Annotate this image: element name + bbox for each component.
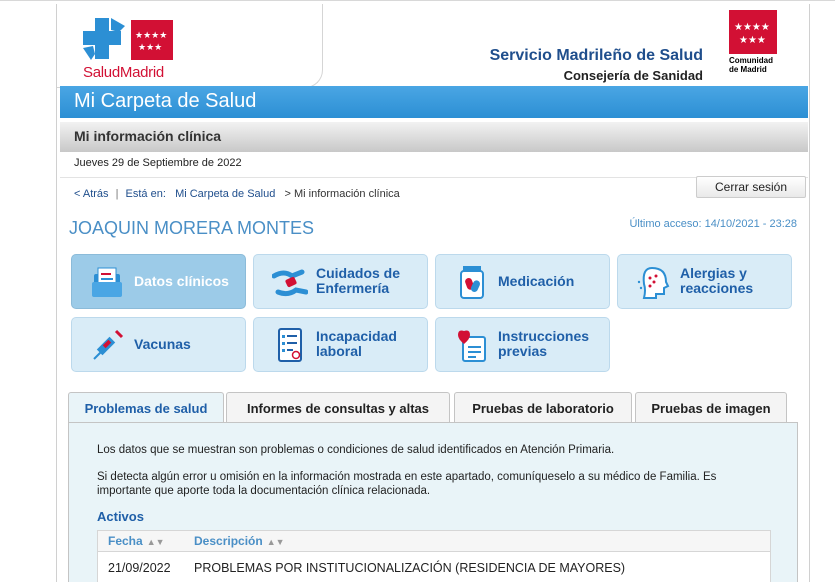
panel-notice: Si detecta algún error u omisión en la i… <box>97 471 717 497</box>
breadcrumb: < Atrás | Está en: Mi Carpeta de Salud >… <box>74 188 400 200</box>
tile-datos-clinicos[interactable]: Datos clínicos <box>71 254 246 309</box>
allergy-head-icon <box>637 266 670 299</box>
wordmark-salud: Salud <box>83 64 120 81</box>
tab-panel-problemas: Los datos que se muestran son problemas … <box>68 422 798 582</box>
cm-line2: de Madrid <box>729 65 767 74</box>
work-leave-form-icon <box>278 328 302 362</box>
table-row[interactable]: 21/09/2022 PROBLEMAS POR INSTITUCIONALIZ… <box>97 552 771 582</box>
tile-label: Instrucciones previas <box>498 328 590 359</box>
sort-icon: ▲▼ <box>266 537 285 547</box>
tile-label: Cuidados de Enfermería <box>316 265 401 296</box>
service-title: Servicio Madrileño de Salud <box>489 47 703 64</box>
svg-text:★★★★: ★★★★ <box>734 22 770 33</box>
active-heading: Activos <box>97 509 144 524</box>
syringe-icon <box>93 329 124 360</box>
svg-text:★★★: ★★★ <box>739 35 766 46</box>
logout-button[interactable]: Cerrar sesión <box>696 176 806 198</box>
tab-problemas-salud[interactable]: Problemas de salud <box>68 392 224 423</box>
service-subtitle: Consejería de Sanidad <box>563 68 703 83</box>
wordmark-madrid: Madrid <box>119 64 164 81</box>
row-date: 21/09/2022 <box>108 561 171 575</box>
tile-medicacion[interactable]: Medicación <box>435 254 610 309</box>
back-link[interactable]: < Atrás <box>74 188 109 200</box>
tab-informes-consultas[interactable]: Informes de consultas y altas <box>226 392 450 422</box>
medication-jar-icon <box>460 266 484 299</box>
tile-label: Alergias y reacciones <box>680 265 754 296</box>
breadcrumb-home-link[interactable]: Mi Carpeta de Salud <box>175 188 275 200</box>
column-fecha-label: Fecha <box>108 534 143 548</box>
section-title-bar: Mi información clínica <box>60 122 808 152</box>
tab-pruebas-imagen[interactable]: Pruebas de imagen <box>635 392 787 422</box>
tile-cuidados-enfermeria[interactable]: Cuidados de Enfermería <box>253 254 428 309</box>
breadcrumb-current: > Mi información clínica <box>284 188 400 200</box>
section-title: Mi información clínica <box>74 128 222 144</box>
comunidad-madrid-flag-icon: ★★★★ ★★★ <box>729 10 777 54</box>
tile-label: Incapacidad laboral <box>316 328 397 359</box>
tile-label: Datos clínicos <box>134 273 229 289</box>
tab-pruebas-laboratorio[interactable]: Pruebas de laboratorio <box>454 392 632 422</box>
last-access: Último acceso: 14/10/2021 - 23:28 <box>629 218 797 230</box>
comunidad-madrid-text: Comunidad de Madrid <box>729 56 777 74</box>
column-descripcion-label: Descripción <box>194 534 263 548</box>
breadcrumb-separator: | <box>115 188 119 200</box>
app-title-bar: Mi Carpeta de Salud <box>60 86 808 118</box>
svg-text:★★★: ★★★ <box>138 42 162 52</box>
column-descripcion[interactable]: Descripción ▲▼ <box>194 534 285 548</box>
site-header: ★★★★ ★★★ SaludMadrid Servicio Madrileño … <box>57 4 809 88</box>
tile-instrucciones-previas[interactable]: Instrucciones previas <box>435 317 610 372</box>
tile-label: Medicación <box>498 273 575 289</box>
row-description: PROBLEMAS POR INSTITUCIONALIZACIÓN (RESI… <box>194 561 626 575</box>
tile-vacunas[interactable]: Vacunas <box>71 317 246 372</box>
patient-name: JOAQUIN MORERA MONTES <box>69 218 315 238</box>
date-bar: Jueves 29 de Septiembre de 2022 <box>60 152 808 178</box>
salud-madrid-logo-area[interactable]: ★★★★ ★★★ SaludMadrid <box>57 4 323 88</box>
problems-table-header: Fecha ▲▼ Descripción ▲▼ <box>97 530 771 552</box>
comunidad-madrid-logo[interactable]: ★★★★ ★★★ Comunidad de Madrid <box>729 10 777 76</box>
app-title: Mi Carpeta de Salud <box>74 90 257 112</box>
current-date: Jueves 29 de Septiembre de 2022 <box>74 157 242 169</box>
tile-alergias[interactable]: Alergias y reacciones <box>617 254 792 309</box>
salud-madrid-logo-icon: ★★★★ ★★★ <box>83 18 173 60</box>
heart-document-icon <box>458 330 486 362</box>
sort-icon: ▲▼ <box>146 537 165 547</box>
panel-intro: Los datos que se muestran son problemas … <box>97 444 615 456</box>
you-are-in-label: Está en: <box>125 188 166 200</box>
cm-line1: Comunidad <box>729 56 773 65</box>
svg-text:★★★★: ★★★★ <box>135 30 167 40</box>
column-fecha[interactable]: Fecha ▲▼ <box>108 534 165 548</box>
salud-madrid-wordmark: SaludMadrid <box>83 64 164 81</box>
nursing-hands-icon <box>272 269 308 297</box>
tile-label: Vacunas <box>134 336 191 352</box>
clinical-folder-icon <box>92 267 122 297</box>
tile-incapacidad-laboral[interactable]: Incapacidad laboral <box>253 317 428 372</box>
page-container: ★★★★ ★★★ SaludMadrid Servicio Madrileño … <box>56 4 810 582</box>
